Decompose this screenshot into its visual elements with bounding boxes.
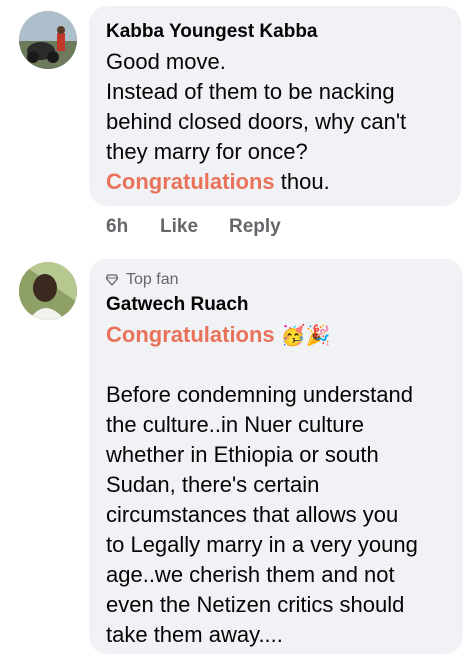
- comment-line: to Legally marry in a very young: [106, 532, 418, 557]
- party-emoji-icons: 🥳🎉: [280, 325, 331, 347]
- reply-button[interactable]: Reply: [229, 216, 281, 238]
- comment-line: age..we cherish them and not: [106, 562, 395, 587]
- comment-actions: 6h Like Reply: [106, 216, 281, 238]
- badge-label: Top fan: [126, 271, 179, 288]
- like-button[interactable]: Like: [160, 216, 229, 238]
- comment-line: the culture..in Nuer culture: [106, 412, 365, 437]
- comment-suffix: thou.: [274, 169, 330, 194]
- congratulations-link[interactable]: Congratulations: [106, 322, 275, 347]
- comment-line: Before condemning understand: [106, 382, 413, 407]
- comment-text: Congratulations 🥳🎉 Before condemning und…: [106, 320, 418, 650]
- comment-line: Sudan, there's certain: [106, 472, 320, 497]
- comment-author[interactable]: Kabba Youngest Kabba: [106, 21, 318, 43]
- avatar[interactable]: [19, 11, 77, 69]
- comment-text: Good move. Instead of them to be nacking…: [106, 47, 406, 197]
- comment-author[interactable]: Gatwech Ruach: [106, 294, 249, 316]
- comment-line: Instead of them to be nacking: [106, 79, 395, 104]
- comment-line: take them away....: [106, 622, 283, 647]
- comment-line: Good move.: [106, 49, 226, 74]
- comment-line: Congratulations 🥳🎉: [106, 320, 418, 350]
- top-fan-badge: Top fan: [106, 271, 178, 289]
- avatar-photo: [19, 262, 77, 320]
- congratulations-link[interactable]: Congratulations: [106, 169, 275, 194]
- comment-line: circumstances that allows you: [106, 502, 399, 527]
- comment-line: behind closed doors, why can't: [106, 109, 407, 134]
- comment-line: even the Netizen critics should: [106, 592, 405, 617]
- avatar[interactable]: [19, 262, 77, 320]
- comment-timestamp[interactable]: 6h: [106, 216, 160, 238]
- avatar-photo: [19, 11, 77, 69]
- comment-line: Congratulations thou.: [106, 167, 406, 197]
- comment-line: whether in Ethiopia or south: [106, 442, 379, 467]
- comment-line: they marry for once?: [106, 139, 308, 164]
- diamond-icon: [106, 274, 118, 286]
